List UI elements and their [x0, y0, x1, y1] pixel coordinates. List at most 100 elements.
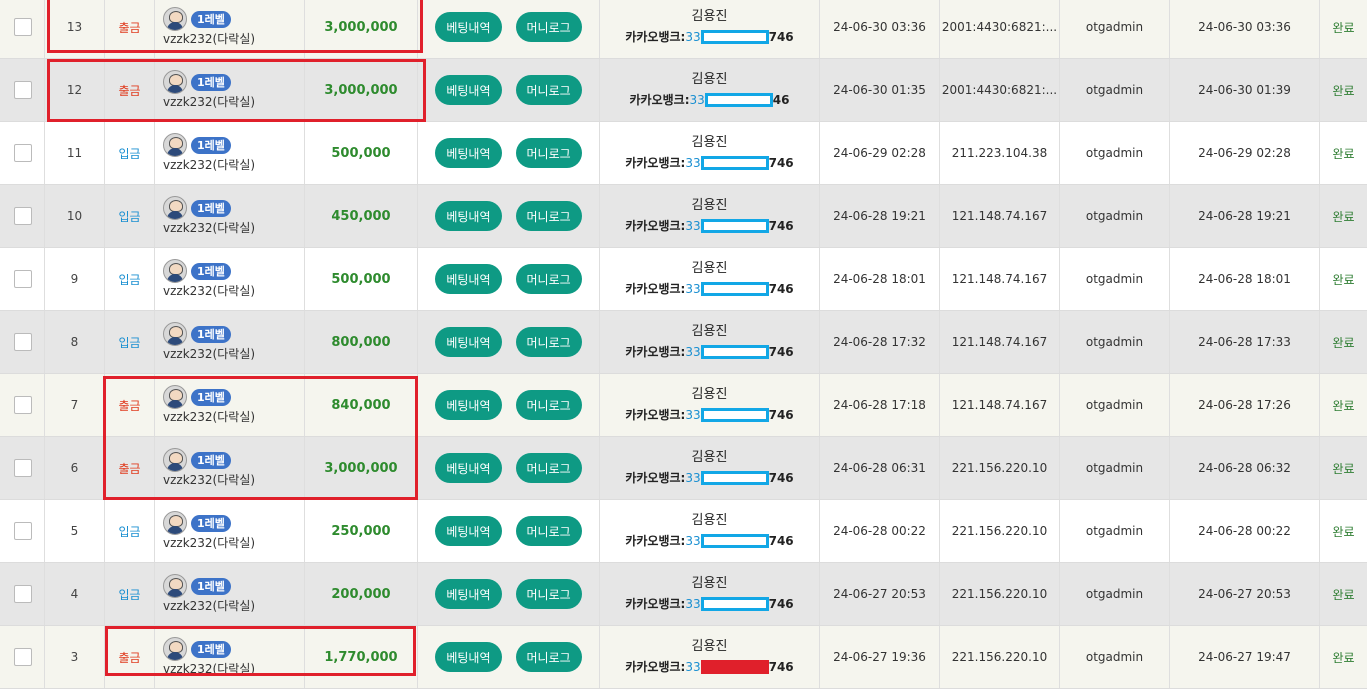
money-log-button[interactable]: 머니로그 — [515, 75, 582, 105]
status-label: 완료 — [1332, 650, 1355, 665]
admin-name: otgadmin — [1060, 59, 1170, 121]
user-cell: 1레벨 vzzk232(다락실) — [155, 122, 305, 184]
level-badge: 1레벨 — [191, 262, 231, 280]
user-name[interactable]: vzzk232(다락실) — [163, 598, 255, 614]
bank-account-cell: 김용진 카카오뱅크: 33 46 — [600, 59, 820, 121]
user-name[interactable]: vzzk232(다락실) — [163, 31, 255, 47]
bank-account: 카카오뱅크: 33 746 — [625, 342, 794, 362]
user-cell: 1레벨 vzzk232(다락실) — [155, 311, 305, 373]
row-number: 5 — [45, 500, 105, 562]
level-badge: 1레벨 — [191, 451, 231, 469]
account-head: 33 — [685, 597, 701, 611]
bank-account-cell: 김용진 카카오뱅크: 33 746 — [600, 185, 820, 247]
betting-history-button[interactable]: 베팅내역 — [435, 642, 502, 672]
row-checkbox[interactable] — [14, 396, 32, 414]
level-badge: 1레벨 — [191, 10, 231, 28]
level-badge: 1레벨 — [191, 577, 231, 595]
user-name[interactable]: vzzk232(다락실) — [163, 94, 255, 110]
transaction-type: 출금 — [105, 437, 155, 499]
account-holder: 김용진 — [691, 450, 728, 465]
betting-history-button[interactable]: 베팅내역 — [435, 579, 502, 609]
bank-account-cell: 김용진 카카오뱅크: 33 746 — [600, 122, 820, 184]
transaction-type: 입금 — [105, 185, 155, 247]
user-name[interactable]: vzzk232(다락실) — [163, 409, 255, 425]
money-log-button[interactable]: 머니로그 — [515, 453, 582, 483]
request-time: 24-06-28 19:21 — [820, 185, 940, 247]
money-log-button[interactable]: 머니로그 — [515, 201, 582, 231]
admin-name: otgadmin — [1060, 311, 1170, 373]
table-row: 11 입금 1레벨 vzzk232(다락실) 500,000 베팅내역 머니로그… — [0, 122, 1367, 185]
row-checkbox[interactable] — [14, 459, 32, 477]
processed-time: 24-06-28 17:26 — [1170, 374, 1320, 436]
betting-history-button[interactable]: 베팅내역 — [435, 264, 502, 294]
account-tail: 746 — [768, 408, 794, 422]
action-buttons: 베팅내역 머니로그 — [418, 563, 600, 625]
request-time: 24-06-30 01:35 — [820, 59, 940, 121]
amount: 500,000 — [305, 248, 418, 310]
money-log-button[interactable]: 머니로그 — [515, 390, 582, 420]
user-name[interactable]: vzzk232(다락실) — [163, 535, 255, 551]
account-head: 33 — [685, 219, 701, 233]
user-name[interactable]: vzzk232(다락실) — [163, 157, 255, 173]
row-checkbox[interactable] — [14, 81, 32, 99]
user-cell: 1레벨 vzzk232(다락실) — [155, 374, 305, 436]
row-number: 10 — [45, 185, 105, 247]
table-row: 5 입금 1레벨 vzzk232(다락실) 250,000 베팅내역 머니로그 … — [0, 500, 1367, 563]
admin-name: otgadmin — [1060, 248, 1170, 310]
row-checkbox[interactable] — [14, 585, 32, 603]
action-buttons: 베팅내역 머니로그 — [418, 500, 600, 562]
betting-history-button[interactable]: 베팅내역 — [435, 390, 502, 420]
amount: 500,000 — [305, 122, 418, 184]
level-badge: 1레벨 — [191, 325, 231, 343]
row-checkbox[interactable] — [14, 207, 32, 225]
money-log-button[interactable]: 머니로그 — [515, 327, 582, 357]
row-checkbox[interactable] — [14, 648, 32, 666]
betting-history-button[interactable]: 베팅내역 — [435, 327, 502, 357]
level-badge: 1레벨 — [191, 388, 231, 406]
level-badge: 1레벨 — [191, 640, 231, 658]
account-holder: 김용진 — [691, 576, 728, 591]
row-select-cell — [0, 248, 45, 310]
processed-time: 24-06-27 20:53 — [1170, 563, 1320, 625]
action-buttons: 베팅내역 머니로그 — [418, 248, 600, 310]
row-checkbox[interactable] — [14, 18, 32, 36]
processed-time: 24-06-28 17:33 — [1170, 311, 1320, 373]
row-checkbox[interactable] — [14, 144, 32, 162]
level-badge: 1레벨 — [191, 73, 231, 91]
row-checkbox[interactable] — [14, 522, 32, 540]
user-name[interactable]: vzzk232(다락실) — [163, 283, 255, 299]
user-name[interactable]: vzzk232(다락실) — [163, 661, 255, 677]
betting-history-button[interactable]: 베팅내역 — [435, 201, 502, 231]
betting-history-button[interactable]: 베팅내역 — [435, 12, 502, 42]
status-label: 완료 — [1332, 146, 1355, 161]
processed-time: 24-06-28 19:21 — [1170, 185, 1320, 247]
betting-history-button[interactable]: 베팅내역 — [435, 453, 502, 483]
user-cell: 1레벨 vzzk232(다락실) — [155, 437, 305, 499]
betting-history-button[interactable]: 베팅내역 — [435, 516, 502, 546]
amount: 840,000 — [305, 374, 418, 436]
money-log-button[interactable]: 머니로그 — [515, 642, 582, 672]
transaction-type: 출금 — [105, 626, 155, 688]
account-head: 33 — [685, 156, 701, 170]
action-buttons: 베팅내역 머니로그 — [418, 0, 600, 58]
user-name[interactable]: vzzk232(다락실) — [163, 346, 255, 362]
table-row: 7 출금 1레벨 vzzk232(다락실) 840,000 베팅내역 머니로그 … — [0, 374, 1367, 437]
money-log-button[interactable]: 머니로그 — [515, 264, 582, 294]
betting-history-button[interactable]: 베팅내역 — [435, 138, 502, 168]
user-name[interactable]: vzzk232(다락실) — [163, 220, 255, 236]
avatar-icon — [163, 133, 187, 157]
admin-name: otgadmin — [1060, 185, 1170, 247]
betting-history-button[interactable]: 베팅내역 — [435, 75, 502, 105]
user-name[interactable]: vzzk232(다락실) — [163, 472, 255, 488]
row-checkbox[interactable] — [14, 270, 32, 288]
money-log-button[interactable]: 머니로그 — [515, 138, 582, 168]
money-log-button[interactable]: 머니로그 — [515, 12, 582, 42]
avatar-icon — [163, 7, 187, 31]
money-log-button[interactable]: 머니로그 — [515, 516, 582, 546]
row-select-cell — [0, 311, 45, 373]
money-log-button[interactable]: 머니로그 — [515, 579, 582, 609]
account-holder: 김용진 — [691, 513, 728, 528]
status-label: 완료 — [1332, 398, 1355, 413]
row-checkbox[interactable] — [14, 333, 32, 351]
level-badge: 1레벨 — [191, 514, 231, 532]
